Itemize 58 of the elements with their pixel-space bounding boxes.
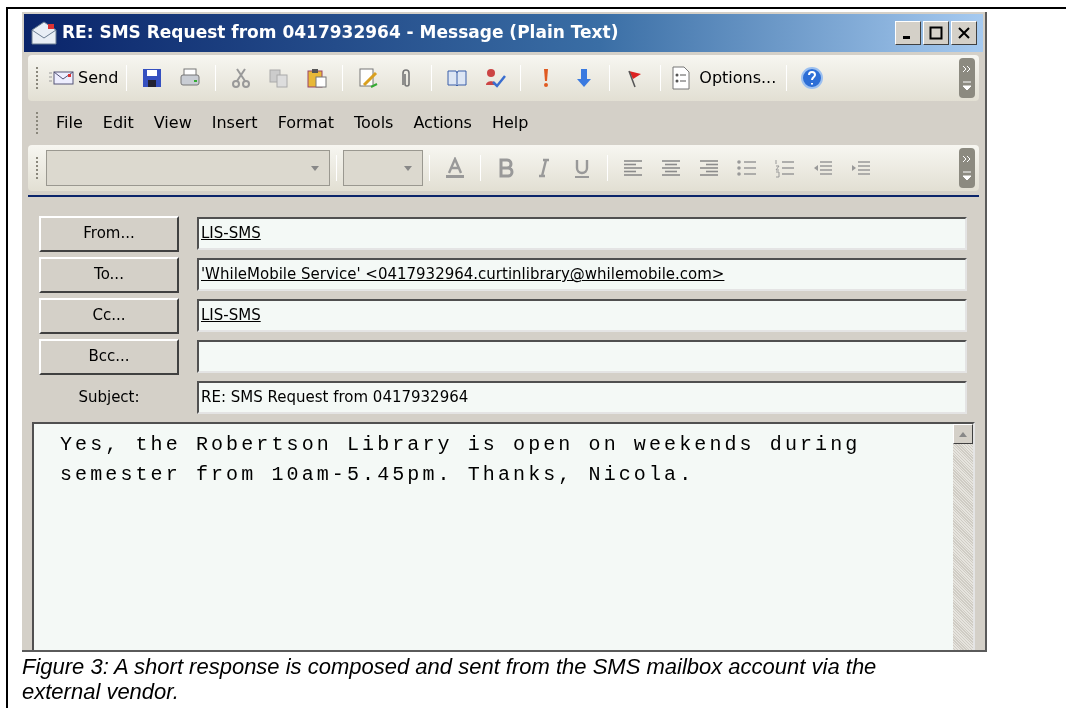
- menu-item[interactable]: Tools: [344, 109, 404, 137]
- up-arrow-icon: [959, 431, 967, 437]
- numbered-list-icon[interactable]: [774, 157, 796, 179]
- maximize-button[interactable]: [923, 21, 949, 45]
- scrollbar[interactable]: [953, 424, 973, 650]
- window-title: RE: SMS Request from 0417932964 - Message (Plain Text): [62, 21, 619, 45]
- bullet-list-icon[interactable]: [736, 157, 758, 179]
- field-label: Subject:: [77, 387, 141, 409]
- close-icon: [957, 26, 971, 40]
- menu-item[interactable]: View: [143, 109, 202, 137]
- font-dropdown[interactable]: [46, 150, 330, 186]
- paste-icon[interactable]: [306, 67, 329, 89]
- menu-item[interactable]: Edit: [92, 109, 144, 137]
- envelope-icon: [30, 20, 58, 46]
- address-button[interactable]: To...: [39, 256, 179, 293]
- print-icon[interactable]: [179, 67, 202, 89]
- figure-caption: Figure 3: A short response is composed and sent from the SMS mailbox account via the external vendor.: [22, 654, 878, 704]
- send-button[interactable]: Send: [46, 66, 121, 90]
- message-text-line: Yes, the Robertson Library is open on weekends during: [60, 432, 862, 458]
- address-button[interactable]: From...: [39, 215, 179, 252]
- document-icon: [671, 66, 692, 90]
- align-center-icon[interactable]: [660, 157, 682, 179]
- check-names-icon[interactable]: [484, 67, 507, 89]
- save-icon[interactable]: [141, 67, 164, 89]
- minimize-button[interactable]: [895, 21, 921, 45]
- menu-item[interactable]: Insert: [201, 109, 268, 137]
- close-button[interactable]: [951, 21, 977, 45]
- address-button[interactable]: Bcc...: [39, 338, 179, 375]
- message-text-line: semester from 10am-5.45pm. Thanks, Nicola.: [60, 462, 696, 488]
- address-book-icon[interactable]: [446, 67, 469, 89]
- menu-item[interactable]: File: [46, 109, 93, 137]
- minimize-icon: [902, 36, 910, 39]
- font-size-dropdown[interactable]: [343, 150, 423, 186]
- copy-icon[interactable]: [268, 67, 291, 89]
- scroll-up-button[interactable]: [953, 424, 973, 444]
- input-field[interactable]: LIS-SMS: [197, 217, 967, 250]
- input-field[interactable]: 'WhileMobile Service' <0417932964.curtinlibrary@whilemobile.com>: [197, 258, 967, 291]
- input-field[interactable]: RE: SMS Request from 0417932964: [197, 381, 967, 414]
- envelope-icon: [48, 70, 74, 86]
- cut-icon[interactable]: [230, 67, 253, 89]
- maximize-icon: [929, 26, 943, 40]
- input-field[interactable]: [197, 340, 967, 373]
- address-button[interactable]: Cc...: [39, 297, 179, 334]
- options-button[interactable]: Options...: [667, 66, 781, 90]
- message-body[interactable]: Yes, the Robertson Library is open on weekends during semester from 10am-5.45pm. Thanks, Nicola.: [32, 422, 975, 650]
- toolbar-options-icon[interactable]: [959, 58, 975, 98]
- font-color-icon[interactable]: [444, 157, 466, 179]
- edit-document-icon[interactable]: [357, 67, 380, 89]
- input-field[interactable]: LIS-SMS: [197, 299, 967, 332]
- caret-icon: [404, 165, 412, 171]
- help-icon[interactable]: [801, 67, 824, 89]
- menu-item[interactable]: Help: [481, 109, 539, 137]
- caret-icon: [311, 165, 319, 171]
- align-right-icon[interactable]: [698, 157, 720, 179]
- toolbar-options-icon[interactable]: [959, 148, 975, 188]
- menu-item[interactable]: Format: [267, 109, 344, 137]
- align-left-icon[interactable]: [622, 157, 644, 179]
- menu-item[interactable]: Actions: [403, 109, 482, 137]
